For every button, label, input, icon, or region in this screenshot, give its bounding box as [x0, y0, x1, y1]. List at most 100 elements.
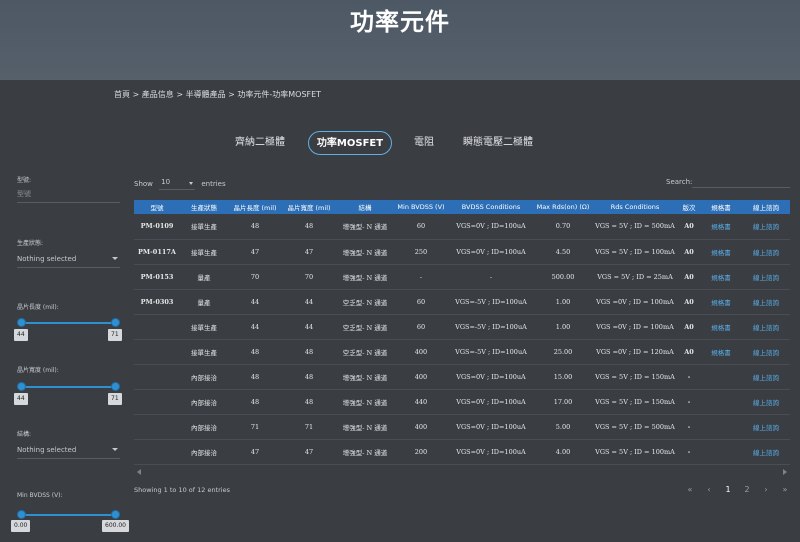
cell-structure: 增強型- N 通道 — [336, 264, 394, 290]
horizontal-scrollbar[interactable] — [134, 468, 790, 476]
search-label: Search: — [666, 178, 693, 186]
column-header-status[interactable]: 生產狀態 — [180, 200, 228, 214]
cell-rds-conditions: VGS = 5V ; ID = 150mA — [592, 364, 678, 390]
cell-revision: A0 — [678, 239, 700, 265]
column-header-inquiry[interactable]: 線上諮詢 — [742, 200, 790, 214]
length-slider-max-handle[interactable] — [111, 318, 120, 327]
table-row: 內部接洽 48 48 增強型- N 通道 440 VGS=0V ; ID=100uA 17.… — [134, 389, 790, 415]
cell-status: 內部接洽 — [180, 389, 228, 415]
cell-chip-length: 48 — [228, 364, 282, 390]
inquiry-link[interactable]: 線上諮詢 — [742, 314, 790, 340]
column-header-datasheet[interactable]: 規格書 — [700, 200, 742, 214]
model-filter-input[interactable]: 型號 — [17, 187, 120, 203]
scroll-right-icon[interactable] — [783, 469, 787, 475]
tab-resistor[interactable]: 電阻 — [408, 131, 440, 155]
table-row: 接單生產 44 44 空乏型- N 通道 60 VGS=-5V ; ID=100uA 1.0… — [134, 314, 790, 340]
inquiry-link[interactable]: 線上諮詢 — [742, 264, 790, 290]
pagination-page-2[interactable]: 2 — [740, 485, 754, 494]
inquiry-link[interactable]: 線上諮詢 — [742, 389, 790, 415]
status-filter-select[interactable]: Nothing selected — [17, 252, 120, 268]
cell-min-bvdss: 60 — [394, 214, 448, 240]
column-header-structure[interactable]: 結構 — [336, 200, 394, 214]
datasheet-link[interactable]: 規格書 — [700, 314, 742, 340]
width-slider-max-handle[interactable] — [111, 382, 120, 391]
pagination-first[interactable]: « — [683, 485, 697, 494]
cell-structure: 空乏型- N 通道 — [336, 314, 394, 340]
cell-structure: 增強型- N 通道 — [336, 389, 394, 415]
cell-min-bvdss: - — [394, 264, 448, 290]
cell-rds-conditions: VGS =0V ; ID = 100mA — [592, 289, 678, 315]
datasheet-link[interactable]: 規格書 — [700, 239, 742, 265]
tab-zener-diode[interactable]: 齊納二極體 — [228, 131, 292, 155]
datasheet-link[interactable]: 規格書 — [700, 289, 742, 315]
scroll-left-icon[interactable] — [137, 469, 141, 475]
cell-rds-conditions: VGS = 5V ; ID = 100mA — [592, 439, 678, 465]
length-slider-min-handle[interactable] — [17, 318, 26, 327]
column-header-max-rds-on[interactable]: Max Rds(on) (Ω) — [534, 200, 592, 214]
inquiry-link[interactable]: 線上諮詢 — [742, 239, 790, 265]
pagination-next[interactable]: › — [759, 485, 773, 494]
table-row: 內部接洽 47 47 增強型- N 通道 200 VGS=0V ; ID=100uA 4.0… — [134, 439, 790, 465]
structure-filter-select[interactable]: Nothing selected — [17, 443, 120, 459]
bvdss-slider-track — [22, 514, 116, 516]
pagination-prev[interactable]: ‹ — [702, 485, 716, 494]
inquiry-link[interactable]: 線上諮詢 — [742, 439, 790, 465]
cell-bvdss-conditions: VGS=-5V ; ID=100uA — [448, 339, 534, 365]
cell-revision: A0 — [678, 264, 700, 290]
entries-length-value: 10 — [161, 178, 171, 186]
cell-revision: - — [678, 389, 700, 415]
table-row: 內部接洽 48 48 增強型- N 通道 400 VGS=0V ; ID=100uA 15.… — [134, 364, 790, 390]
model-filter-label: 型號: — [17, 177, 32, 184]
cell-status: 量產 — [180, 264, 228, 290]
inquiry-link[interactable]: 線上諮詢 — [742, 364, 790, 390]
cell-max-rds-on: 1.00 — [534, 289, 592, 315]
bvdss-filter-label: Min BVDSS (V): — [17, 492, 63, 499]
column-header-chip-width[interactable]: 晶片寬度 (mil) — [282, 200, 336, 214]
datasheet-link[interactable]: 規格書 — [700, 264, 742, 290]
inquiry-link[interactable]: 線上諮詢 — [742, 339, 790, 365]
inquiry-link[interactable]: 線上諮詢 — [742, 414, 790, 440]
cell-min-bvdss: 250 — [394, 239, 448, 265]
cell-chip-length: 47 — [228, 239, 282, 265]
cell-min-bvdss: 60 — [394, 314, 448, 340]
datasheet-link — [700, 389, 742, 415]
inquiry-link[interactable]: 線上諮詢 — [742, 289, 790, 315]
bvdss-slider-max-handle[interactable] — [111, 510, 120, 519]
pagination-last[interactable]: » — [778, 485, 792, 494]
cell-min-bvdss: 440 — [394, 389, 448, 415]
datasheet-link[interactable]: 規格書 — [700, 214, 742, 240]
cell-model: PM-0117A — [134, 239, 180, 265]
column-header-model[interactable]: 型號 — [134, 200, 180, 214]
cell-chip-width: 48 — [282, 364, 336, 390]
bvdss-slider-min-handle[interactable] — [17, 510, 26, 519]
cell-revision: - — [678, 364, 700, 390]
cell-status: 內部接洽 — [180, 414, 228, 440]
length-max-value: 71 — [108, 329, 122, 341]
cell-chip-width: 48 — [282, 339, 336, 365]
cell-rds-conditions: VGS = 5V ; ID = 25mA — [592, 264, 678, 290]
width-min-value: 44 — [14, 393, 28, 405]
width-filter-label: 晶片寬度 (mil): — [17, 367, 59, 374]
cell-structure: 空乏型- N 通道 — [336, 289, 394, 315]
column-header-min-bvdss[interactable]: Min BVDSS (V) — [394, 200, 448, 214]
datasheet-link[interactable]: 規格書 — [700, 339, 742, 365]
length-min-value: 44 — [14, 329, 28, 341]
column-header-rds-conditions[interactable]: Rds Conditions — [592, 200, 678, 214]
table-row: PM-0303 量產 44 44 空乏型- N 通道 60 VGS=-5V ; ID=100… — [134, 289, 790, 315]
inquiry-link[interactable]: 線上諮詢 — [742, 214, 790, 240]
entries-length-select[interactable]: 10 — [159, 178, 196, 190]
column-header-chip-length[interactable]: 晶片長度 (mil) — [228, 200, 282, 214]
cell-chip-length: 48 — [228, 339, 282, 365]
pagination-page-1[interactable]: 1 — [721, 485, 735, 494]
page-title: 功率元件 — [350, 8, 450, 36]
cell-model: PM-0153 — [134, 264, 180, 290]
cell-status: 接單生產 — [180, 214, 228, 240]
tab-power-mosfet[interactable]: 功率MOSFET — [308, 131, 392, 155]
cell-max-rds-on: 5.00 — [534, 414, 592, 440]
tab-tvs-diode[interactable]: 瞬態電壓二極體 — [452, 131, 544, 155]
search-input[interactable] — [692, 176, 790, 188]
width-slider-min-handle[interactable] — [17, 382, 26, 391]
column-header-revision[interactable]: 版次 — [678, 200, 700, 214]
column-header-bvdss-conditions[interactable]: BVDSS Conditions — [448, 200, 534, 214]
cell-rds-conditions: VGS = 5V ; ID = 500mA — [592, 414, 678, 440]
